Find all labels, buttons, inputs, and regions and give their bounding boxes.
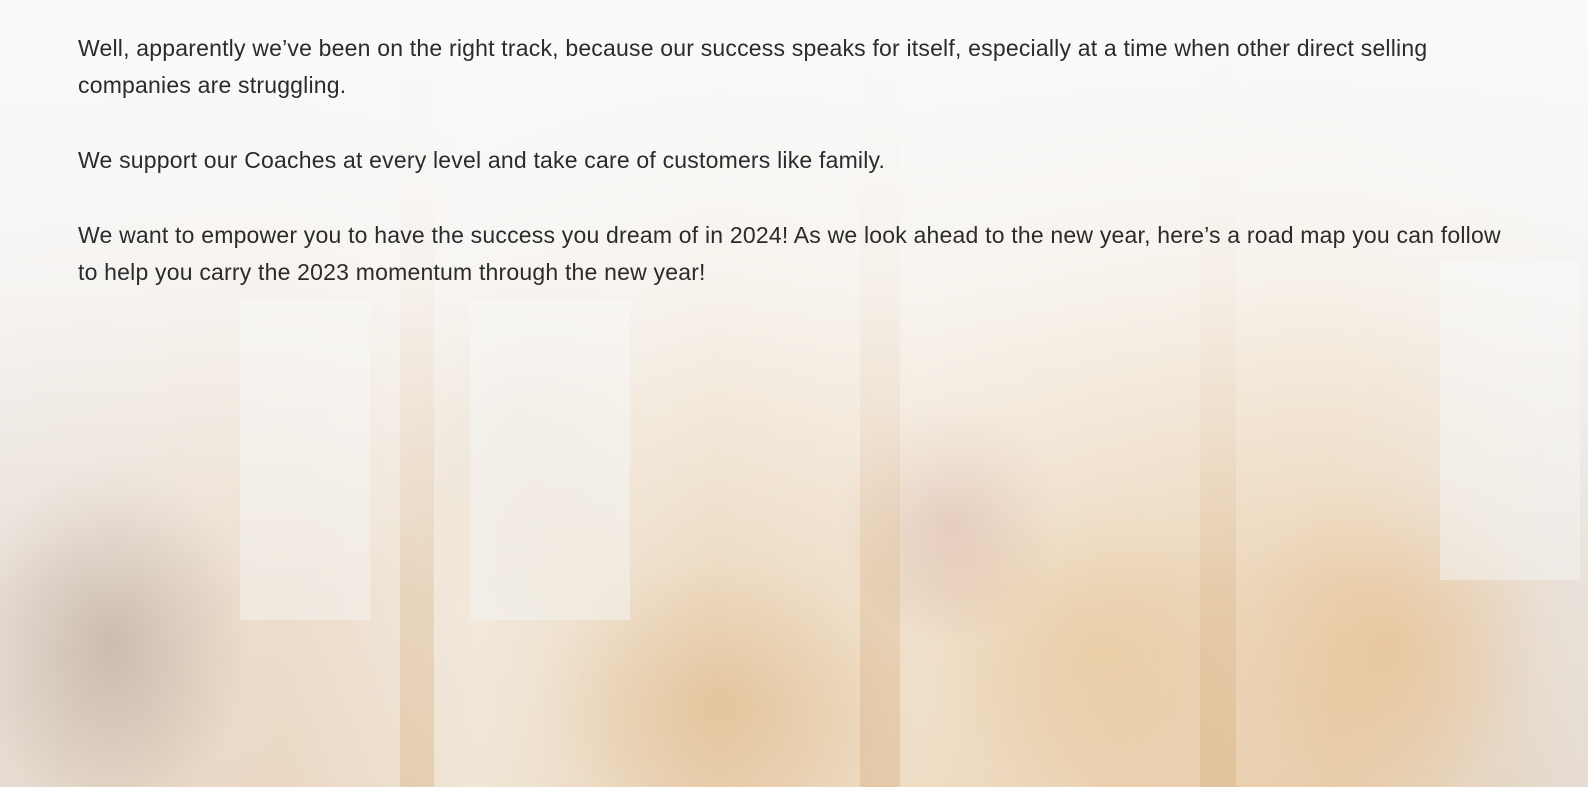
paragraph-support: We support our Coaches at every level an… [78, 147, 886, 173]
intro-text: Well, apparently we’ve been on the right… [78, 30, 1508, 329]
paragraph-empower: We want to empower you to have the succe… [78, 222, 1501, 285]
page-canvas: Well, apparently we’ve been on the right… [0, 0, 1588, 787]
paragraph-success: Well, apparently we’ve been on the right… [78, 35, 1428, 98]
